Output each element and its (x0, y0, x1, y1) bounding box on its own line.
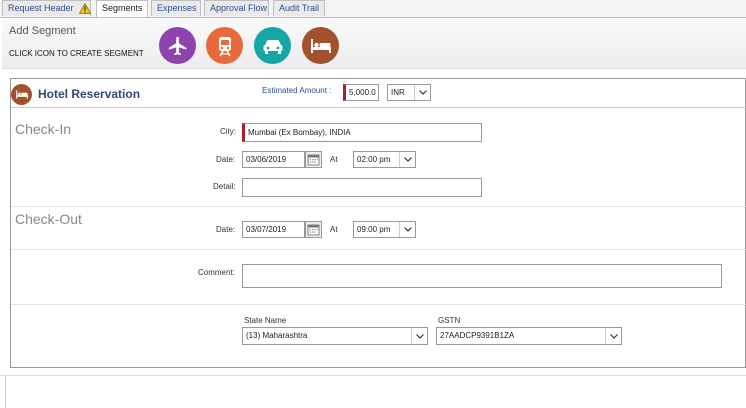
warning-icon (79, 3, 92, 15)
currency-select[interactable]: INR (387, 84, 431, 101)
city-label: City: (220, 127, 236, 136)
detail-input[interactable] (242, 178, 482, 197)
checkin-at-label: At (330, 155, 338, 164)
chevron-down-icon (605, 328, 621, 344)
add-flight-button[interactable] (159, 27, 196, 64)
tab-label: Request Header (8, 3, 74, 13)
estimated-amount-label: Estimated Amount : (262, 86, 332, 95)
add-car-button[interactable] (254, 27, 291, 64)
tab-label: Expenses (157, 3, 197, 13)
state-name-select[interactable]: (13) Maharashtra (242, 327, 428, 345)
checkin-time-value: 02:00 pm (357, 155, 391, 164)
checkin-section-title: Check-In (15, 121, 72, 137)
airplane-icon (168, 36, 186, 55)
add-segment-bar (2, 18, 746, 69)
divider (0, 375, 746, 376)
divider (11, 304, 746, 305)
calendar-icon[interactable] (305, 151, 322, 168)
chevron-down-icon (399, 222, 415, 237)
checkin-time-select[interactable]: 02:00 pm (353, 151, 416, 168)
hotel-reservation-title: Hotel Reservation (38, 87, 141, 101)
divider (11, 249, 746, 250)
tab-request-header[interactable]: Request Header (2, 0, 92, 16)
chevron-down-icon (414, 85, 430, 100)
checkout-date-label: Date: (216, 225, 236, 234)
checkin-date-input[interactable]: 03/06/2019 (242, 151, 305, 168)
tab-label: Audit Trail (279, 3, 320, 13)
add-segment-title: Add Segment (9, 25, 76, 37)
hotel-icon-badge (11, 84, 32, 105)
tab-audit-trail[interactable]: Audit Trail (273, 0, 325, 16)
tab-segments[interactable]: Segments (96, 0, 148, 17)
divider (11, 206, 746, 207)
divider (5, 376, 6, 408)
gstn-value: 27AADCP9391B1ZA (440, 331, 515, 340)
checkout-at-label: At (330, 225, 338, 234)
gstn-label: GSTN (438, 316, 461, 325)
bed-icon (310, 38, 331, 53)
tab-expenses[interactable]: Expenses (151, 0, 201, 16)
calendar-icon[interactable] (305, 221, 322, 238)
state-name-label: State Name (244, 316, 287, 325)
comment-label: Comment: (198, 268, 235, 277)
checkout-date-input[interactable]: 03/07/2019 (242, 221, 305, 238)
add-train-button[interactable] (206, 27, 243, 64)
state-name-value: (13) Maharashtra (246, 331, 308, 340)
checkout-section-title: Check-Out (15, 211, 82, 227)
currency-value: INR (391, 88, 405, 97)
tab-bar: Request Header Segments Expenses Approva… (0, 0, 746, 18)
chevron-down-icon (411, 328, 427, 344)
comment-input[interactable] (242, 264, 722, 288)
add-segment-subtitle: CLICK ICON TO CREATE SEGMENT (9, 49, 144, 58)
tab-approval-flow[interactable]: Approval Flow (204, 0, 269, 16)
add-hotel-button[interactable] (302, 27, 339, 64)
estimated-amount-input[interactable]: 5,000.0 (343, 84, 379, 101)
tab-label: Approval Flow (210, 3, 268, 13)
train-icon (218, 36, 231, 56)
chevron-down-icon (399, 152, 415, 167)
checkout-time-value: 09:00 pm (357, 225, 391, 234)
bed-icon (15, 90, 28, 99)
checkin-date-label: Date: (216, 155, 236, 164)
checkout-time-select[interactable]: 09:00 pm (353, 221, 416, 238)
gstn-select[interactable]: 27AADCP9391B1ZA (436, 327, 622, 345)
city-input[interactable]: Mumbai (Ex Bombay), INDIA (242, 123, 482, 142)
car-icon (263, 39, 282, 54)
detail-label: Detail: (213, 182, 236, 191)
tab-label: Segments (102, 3, 143, 13)
